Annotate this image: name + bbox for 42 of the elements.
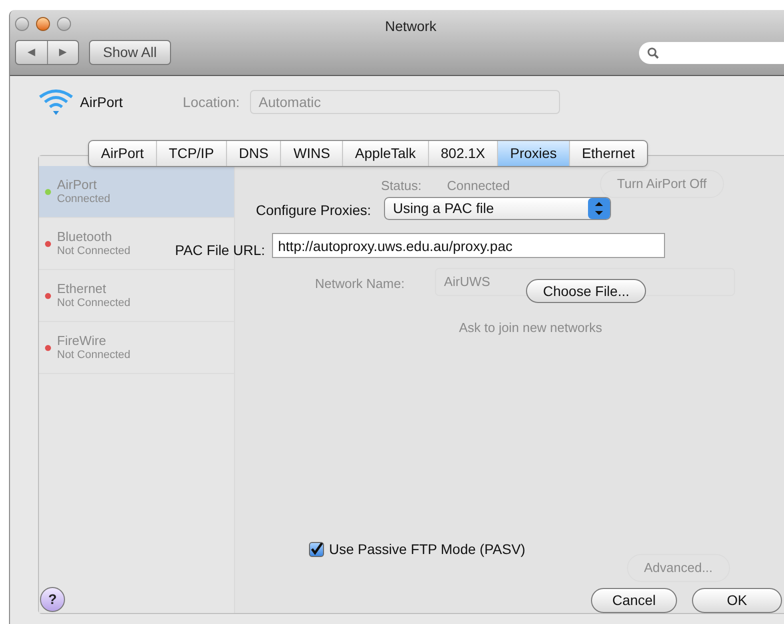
location-popup: Automatic: [250, 90, 560, 114]
cancel-button[interactable]: Cancel: [591, 588, 677, 613]
service-name: Ethernet: [57, 282, 108, 296]
tab[interactable]: AirPort: [89, 141, 156, 166]
window-title: Network: [385, 17, 436, 36]
service-name: AirPort: [57, 178, 98, 192]
service-status: Connected: [57, 192, 110, 206]
service-status: Not Connected: [57, 244, 130, 258]
pac-file-url-label: PAC File URL:: [175, 241, 265, 260]
tab[interactable]: WINS: [280, 141, 342, 166]
back-button[interactable]: ◀: [16, 41, 47, 64]
location-label: Location:: [182, 92, 240, 112]
configure-proxies-popup[interactable]: Using a PAC file: [384, 197, 611, 220]
search-field[interactable]: [639, 42, 784, 64]
choose-file-button[interactable]: Choose File...: [526, 279, 646, 303]
pac-file-url-field[interactable]: http://autoproxy.uws.edu.au/proxy.pac: [272, 233, 665, 258]
ask-to-join-option: Ask to join new networks: [459, 318, 602, 338]
wifi-icon: [38, 88, 74, 116]
zoom-button[interactable]: [57, 17, 71, 31]
tab[interactable]: TCP/IP: [156, 141, 226, 166]
tab[interactable]: AppleTalk: [342, 141, 428, 166]
service-name: FireWire: [57, 334, 108, 348]
service-name: AirPort: [80, 92, 123, 112]
service-status: Not Connected: [57, 296, 130, 310]
minimize-button[interactable]: [36, 17, 50, 31]
stepper-arrows-icon: [588, 198, 610, 219]
passive-ftp-checkbox[interactable]: [309, 542, 324, 557]
configure-proxies-label: Configure Proxies:: [256, 201, 371, 220]
passive-ftp-label: Use Passive FTP Mode (PASV): [329, 540, 526, 559]
tab[interactable]: Ethernet: [568, 141, 647, 166]
close-button[interactable]: [15, 17, 29, 31]
tab[interactable]: DNS: [226, 141, 280, 166]
ok-button[interactable]: OK: [692, 588, 782, 613]
tab[interactable]: Proxies: [497, 141, 569, 166]
show-all-button[interactable]: Show All: [89, 40, 171, 65]
service-name: Bluetooth: [57, 230, 113, 244]
service-status: Not Connected: [57, 348, 130, 362]
status-label: Status:: [381, 177, 422, 195]
network-name-label: Network Name:: [315, 275, 405, 293]
search-icon: [647, 46, 659, 58]
status-value: Connected: [447, 177, 510, 195]
forward-button[interactable]: ▶: [47, 41, 78, 64]
